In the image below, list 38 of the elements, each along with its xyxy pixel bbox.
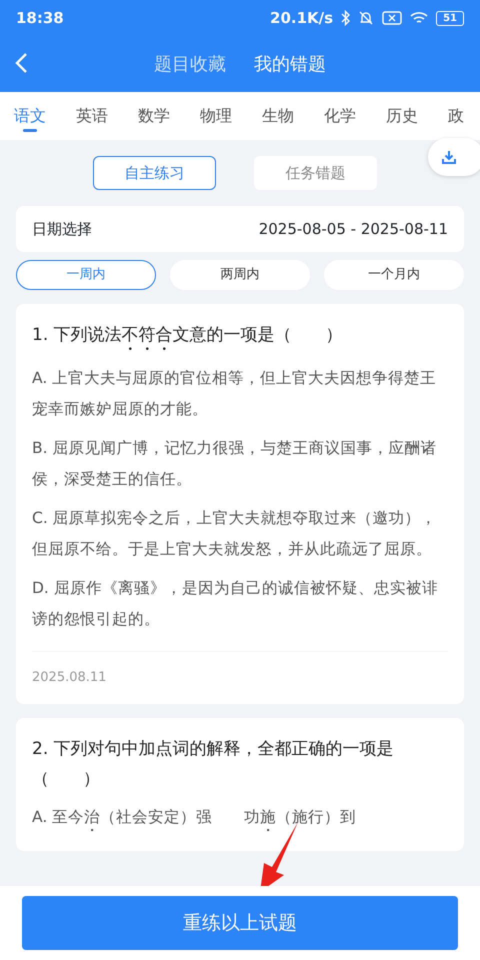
retry-questions-button[interactable]: 重练以上试题: [22, 896, 458, 950]
mode-tab[interactable]: 自主练习: [93, 156, 216, 190]
mode-tab[interactable]: 任务错题: [254, 156, 377, 190]
sim-icon: [382, 11, 402, 25]
subject-tab[interactable]: 历史: [386, 92, 418, 140]
period-option[interactable]: 一个月内: [324, 260, 464, 290]
bell-muted-icon: [358, 10, 374, 26]
bluetooth-icon: [341, 10, 350, 26]
status-time: 18:38: [16, 8, 64, 29]
subject-tab[interactable]: 语文: [14, 92, 46, 140]
period-option[interactable]: 两周内: [170, 260, 310, 290]
question-card[interactable]: 2. 下列对句中加点词的解释，全都正确的一项是（ ） A. 至今治（社会安定）强 功施（施行）到: [16, 718, 464, 850]
date-filter-label: 日期选择: [32, 218, 92, 240]
answer-option: A. 上官大夫与屈原的官位相等，但上官大夫因想争得楚王宠幸而嫉妒屈原的才能。: [32, 363, 448, 425]
answer-option: D. 屈原作《离骚》，是因为自己的诚信被怀疑、忠实被诽谤的怨恨引起的。: [32, 573, 448, 635]
subject-tab[interactable]: 政: [448, 92, 464, 140]
battery-icon: 51: [436, 10, 464, 26]
download-icon: [442, 150, 456, 164]
answer-option: B. 屈原见闻广博，记忆力很强，与楚王商议国事，应酬诸侯，深受楚王的信任。: [32, 433, 448, 495]
answer-option: C. 屈原草拟宪令之后，上官大夫就想夺取过来（邀功），但屈原不给。于是上官大夫就发怒，并从此疏远了屈原。: [32, 503, 448, 565]
question-stem: 2. 下列对句中加点词的解释，全都正确的一项是（ ）: [32, 738, 395, 790]
date-filter-card[interactable]: 日期选择 2025-08-05 - 2025-08-11: [16, 206, 464, 252]
subject-tab[interactable]: 物理: [200, 92, 232, 140]
question-date: 2025.08.11: [32, 669, 108, 687]
subject-tab[interactable]: 数学: [138, 92, 170, 140]
back-icon[interactable]: [14, 52, 28, 74]
download-button[interactable]: [428, 138, 480, 176]
period-option[interactable]: 一周内: [16, 260, 156, 290]
header-tab[interactable]: 我的错题: [244, 46, 336, 82]
question-stem: 1. 下列说法不符合文意的一项是（ ）: [32, 324, 344, 347]
subject-tab[interactable]: 生物: [262, 92, 294, 140]
question-card[interactable]: 1. 下列说法不符合文意的一项是（ ） A. 上官大夫与屈原的官位相等，但上官大夫因想争得楚王宠幸而嫉妒屈原的才能。 B. 屈原见闻广博，记忆力很强，与楚王商议国事，应酬诸侯，深受楚王的信任。 C. 屈原草拟宪令之后，上官大夫就想夺取过来（邀功），但屈原不给。于是上官大夫就发怒，并从此疏远了屈原。 D. 屈原作《离骚》，是因为自己的诚信被怀疑、忠实被诽谤的怨恨引起的。 2025.08.11: [16, 304, 464, 704]
wifi-icon: [410, 11, 428, 25]
answer-option: A. 至今治（社会安定）强 功施（施行）到: [32, 802, 448, 834]
subject-tab[interactable]: 英语: [76, 92, 108, 140]
subject-tab[interactable]: 化学: [324, 92, 356, 140]
network-speed: 20.1K/s: [270, 8, 334, 29]
date-range: 2025-08-05 - 2025-08-11: [258, 218, 448, 240]
